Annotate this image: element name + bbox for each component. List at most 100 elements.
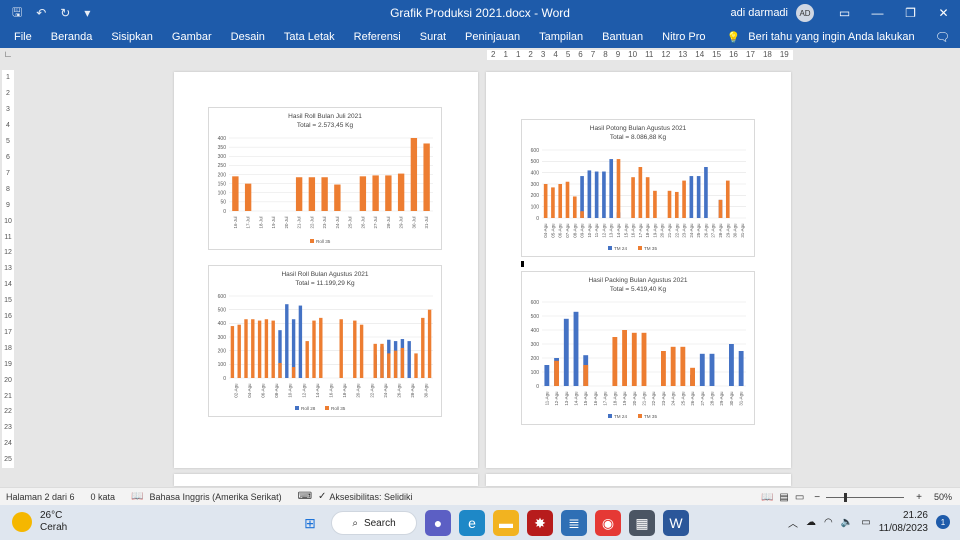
chart-potong-agustus[interactable]: Hasil Potong Bulan Agustus 2021 Total = 8… [521,119,755,257]
bar [653,190,657,218]
chart-subtitle: Total = 8.086,88 Kg [610,134,667,141]
page-3-top[interactable] [174,474,478,486]
read-mode-icon[interactable]: 📖 [761,492,773,503]
accessibility-status[interactable]: Aksesibilitas: Selidiki [329,492,412,502]
bar [359,324,364,378]
text-predictions-icon[interactable]: ⌨ [298,491,312,502]
redo-icon[interactable]: ↻ [60,6,70,20]
text-cursor [521,261,524,267]
weather-widget[interactable]: 26°C Cerah [12,510,67,534]
zoom-in-button[interactable]: + [916,492,922,503]
x-tick-label: 22-Agu [369,383,374,398]
chrome-icon[interactable]: ◉ [595,510,621,536]
zoom-slider[interactable] [826,492,905,502]
x-tick-label: 30-Jul [411,216,416,228]
ladybug-app-icon[interactable]: ✸ [527,510,553,536]
notepad-icon[interactable]: ≣ [561,510,587,536]
page-4-top[interactable] [486,474,791,486]
file-explorer-icon[interactable]: ▬ [493,510,519,536]
y-tick-label: 400 [531,170,540,176]
chart-roll-juli-svg: Hasil Roll Bulan Juli 2021 Total = 2.573,… [218,113,433,244]
legend-label: Roll 35 [331,406,346,411]
undo-icon[interactable]: ↶ [36,6,46,20]
print-layout-icon[interactable]: ▤ [779,492,788,503]
avatar[interactable]: AD [796,4,814,22]
ruler-tick: 9 [6,201,10,209]
tab-tata-letak[interactable]: Tata Letak [284,31,335,43]
x-tick-label: 06-Agu [261,383,266,398]
x-tick-label: 04-Agu [247,383,252,398]
bar [543,184,548,218]
tell-me-search[interactable]: 💡 Beri tahu yang ingin Anda lakukan [727,31,915,44]
x-tick-label: 27-Jul [373,216,378,228]
tab-nitro-pro[interactable]: Nitro Pro [662,31,705,43]
tab-gambar[interactable]: Gambar [172,31,212,43]
chart-packing-agustus-svg: Hasil Packing Bulan Agustus 2021 Total = … [531,277,746,419]
tab-selector[interactable]: ∟ [2,49,14,61]
bar [257,320,262,378]
chart-roll-juli[interactable]: Hasil Roll Bulan Juli 2021 Total = 2.573,… [208,107,442,250]
bar [264,319,269,378]
word-count[interactable]: 0 kata [91,492,116,502]
proofing-icon[interactable]: 📖 [131,491,143,502]
tab-bantuan[interactable]: Bantuan [602,31,643,43]
restore-button[interactable]: ❐ [894,0,927,26]
web-layout-icon[interactable]: ▭ [795,492,804,503]
notification-badge[interactable]: 1 [936,515,950,529]
minimize-button[interactable]: — [861,0,894,26]
x-tick-label: 29-Jul [399,216,404,228]
zoom-slider-thumb[interactable] [844,492,848,502]
page-count[interactable]: Halaman 2 dari 6 [6,492,75,502]
search-button[interactable]: ⌕ Search [331,511,417,535]
horizontal-ruler[interactable]: ∟ 2 1 1 2 3 4 5 6 7 8 9 10 11 12 13 14 15 16 17 18 19 [0,48,960,62]
tab-sisipkan[interactable]: Sisipkan [111,31,153,43]
camera-app-icon[interactable]: ● [425,510,451,536]
edge-icon[interactable]: e [459,510,485,536]
tab-peninjauan[interactable]: Peninjauan [465,31,520,43]
tab-beranda[interactable]: Beranda [51,31,93,43]
y-tick-label: 600 [531,148,540,154]
zoom-level[interactable]: 50% [934,492,952,502]
chart-roll-agustus[interactable]: Hasil Roll Bulan Agustus 2021 Total = 11.… [208,265,442,417]
wifi-icon[interactable]: ◠ [824,517,833,528]
zoom-out-button[interactable]: − [814,492,820,503]
y-tick-label: 100 [218,362,227,368]
start-icon[interactable]: ⊞ [297,510,323,536]
chart-title: Hasil Roll Bulan Agustus 2021 [281,271,368,278]
save-icon[interactable]: 🖫 [12,3,22,24]
tray-overflow-icon[interactable]: ︿ [788,515,798,530]
user-name[interactable]: adi darmadi [731,7,788,19]
volume-icon[interactable]: 🔈 [841,517,853,528]
tab-file[interactable]: File [14,31,32,43]
tab-surat[interactable]: Surat [420,31,446,43]
cloud-icon[interactable]: ☁ [806,517,816,528]
tab-tampilan[interactable]: Tampilan [539,31,583,43]
bar [397,173,405,211]
customize-toolbar-button[interactable]: ▾ [84,6,90,20]
ruler-tick: 5 [6,138,10,146]
page-1[interactable]: Hasil Roll Bulan Juli 2021 Total = 2.573,… [174,72,478,468]
clock[interactable]: 21.26 11/08/2023 [879,509,928,535]
language-indicator[interactable]: Bahasa Inggris (Amerika Serikat) [150,492,282,502]
battery-icon[interactable]: ▭ [861,517,870,528]
x-tick-label: 11-Agu [594,223,599,237]
ribbon-display-options-button[interactable]: ▭ [828,0,861,26]
chart-title: Hasil Potong Bulan Agustus 2021 [590,125,687,132]
close-button[interactable]: ✕ [927,0,960,26]
ruler-tick: 5 [565,50,571,59]
comments-icon[interactable]: 🗨 [935,30,950,44]
accessibility-icon[interactable]: ✓ [318,491,326,502]
ruler-tick: 16 [729,50,738,59]
x-tick-label: 25-Jul [348,216,353,228]
ribbon-tabs: File Beranda Sisipkan Gambar Desain Tata… [0,26,960,48]
tab-desain[interactable]: Desain [231,31,265,43]
vertical-ruler[interactable]: 1 2 3 4 5 6 7 8 9 10 11 12 13 14 15 16 17 18 19 20 21 22 23 24 2… [2,70,14,468]
page-2[interactable]: Hasil Potong Bulan Agustus 2021 Total = 8… [486,72,791,468]
word-app-icon[interactable]: W [663,510,689,536]
x-tick-label: 27-Agu [711,223,716,238]
chart-roll-agustus-svg: Hasil Roll Bulan Agustus 2021 Total = 11.… [218,271,433,411]
tab-referensi[interactable]: Referensi [354,31,401,43]
chart-packing-agustus[interactable]: Hasil Packing Bulan Agustus 2021 Total = … [521,271,755,425]
calculator-icon[interactable]: ▦ [629,510,655,536]
ruler-tick: 6 [578,50,583,59]
